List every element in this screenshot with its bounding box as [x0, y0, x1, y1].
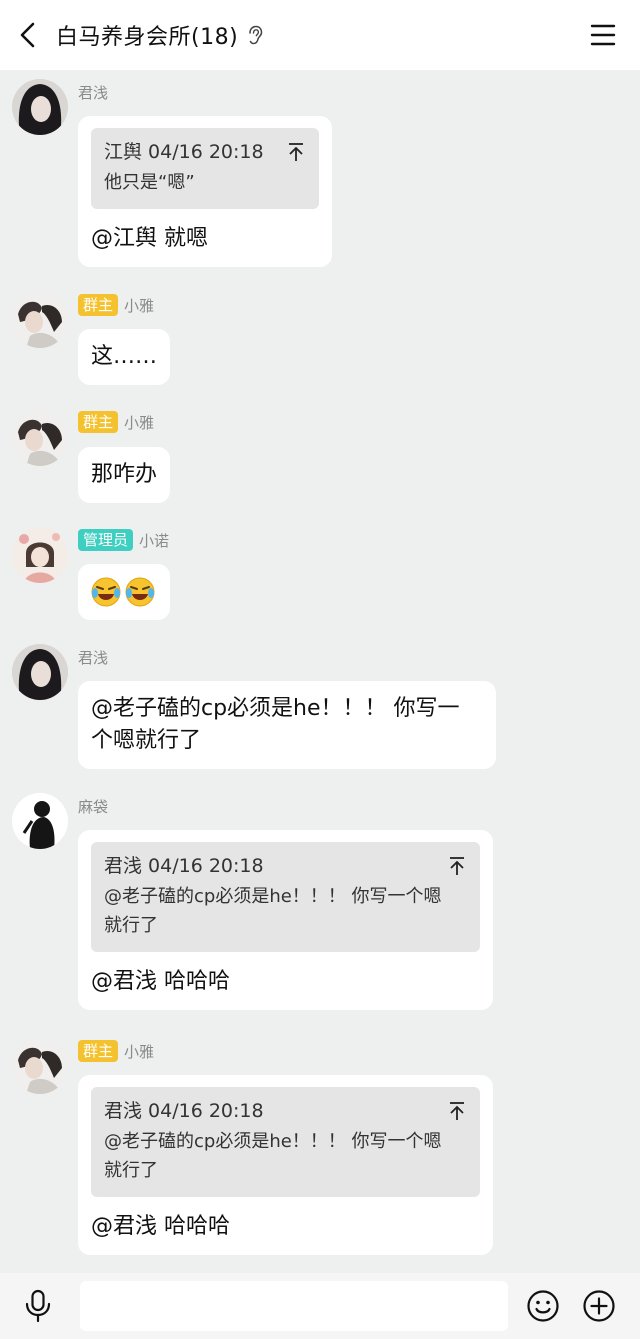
quote-body: @老子磕的cp必须是he！！！ 你写一个嗯 就行了 [104, 1131, 442, 1181]
message-input[interactable] [80, 1281, 508, 1331]
input-bar [0, 1273, 640, 1339]
quote-body: 他只是“嗯” [104, 172, 195, 193]
chat-header: 白马养身会所(18) [0, 0, 640, 70]
plus-icon[interactable] [582, 1289, 616, 1323]
message-sender-row: 君浅 [78, 645, 108, 669]
sender-name: 小诺 [139, 531, 170, 550]
sender-name: 麻袋 [78, 797, 109, 816]
quoted-message[interactable]: 江舆 04/16 20:18 他只是“嗯” [91, 128, 319, 209]
avatar[interactable] [12, 793, 68, 849]
laughing-crying-emoji-icon [125, 577, 155, 607]
sender-name: 君浅 [78, 83, 109, 102]
avatar-image-icon [12, 644, 68, 700]
sender-name: 小雅 [124, 413, 155, 432]
avatar-image-icon [12, 527, 68, 583]
sender-name: 小雅 [124, 1042, 155, 1061]
quote-body: @老子磕的cp必须是he！！！ 你写一个嗯 就行了 [104, 886, 442, 936]
message-bubble[interactable]: @老子磕的cp必须是he！！！ 你写一 个嗯就行了 [78, 681, 496, 769]
message-text: 这…… [91, 344, 158, 369]
message-sender-row: 管理员 小诺 [78, 528, 169, 552]
sender-name: 小雅 [124, 296, 155, 315]
avatar[interactable] [12, 410, 68, 466]
message-bubble[interactable]: 君浅 04/16 20:18 @老子磕的cp必须是he！！！ 你写一个嗯 就行了… [78, 1075, 493, 1255]
menu-icon[interactable] [590, 22, 616, 48]
avatar-image-icon [12, 410, 68, 466]
avatar[interactable] [12, 1038, 68, 1094]
avatar[interactable] [12, 292, 68, 348]
message-sender-row: 君浅 [78, 80, 108, 104]
message-text: 那咋办 [91, 462, 158, 487]
jump-to-original-icon[interactable] [448, 1101, 466, 1121]
back-arrow-icon[interactable] [14, 20, 42, 50]
quoted-message[interactable]: 君浅 04/16 20:18 @老子磕的cp必须是he！！！ 你写一个嗯 就行了 [91, 842, 480, 952]
quote-header: 江舆 04/16 20:18 [104, 141, 264, 163]
message-text: @君浅 哈哈哈 [91, 1214, 230, 1239]
avatar-image-icon [12, 793, 68, 849]
message-bubble[interactable]: 江舆 04/16 20:18 他只是“嗯” @江舆 就嗯 [78, 116, 332, 267]
message-bubble[interactable] [78, 564, 170, 620]
quote-header: 君浅 04/16 20:18 [104, 855, 264, 877]
message-bubble[interactable]: 这…… [78, 329, 171, 385]
jump-to-original-icon[interactable] [287, 142, 305, 162]
message-bubble[interactable]: 那咋办 [78, 447, 171, 503]
microphone-icon[interactable] [24, 1289, 52, 1323]
avatar-image-icon [12, 1038, 68, 1094]
quote-header: 君浅 04/16 20:18 [104, 1100, 264, 1122]
jump-to-original-icon[interactable] [448, 856, 466, 876]
emoji-icon[interactable] [526, 1289, 560, 1323]
avatar-image-icon [12, 79, 68, 135]
avatar[interactable] [12, 79, 68, 135]
avatar[interactable] [12, 644, 68, 700]
quoted-message[interactable]: 君浅 04/16 20:18 @老子磕的cp必须是he！！！ 你写一个嗯 就行了 [91, 1087, 480, 1197]
group-owner-badge: 群主 [78, 294, 119, 316]
message-sender-row: 群主 小雅 [78, 1039, 154, 1063]
message-text: @君浅 哈哈哈 [91, 969, 230, 994]
laughing-crying-emoji-icon [91, 577, 121, 607]
title-wrap: 白马养身会所(18) [56, 19, 264, 51]
group-owner-badge: 群主 [78, 411, 119, 433]
message-bubble[interactable]: 君浅 04/16 20:18 @老子磕的cp必须是he！！！ 你写一个嗯 就行了… [78, 830, 493, 1010]
avatar[interactable] [12, 527, 68, 583]
admin-badge: 管理员 [78, 529, 134, 551]
message-sender-row: 麻袋 [78, 794, 108, 818]
message-sender-row: 群主 小雅 [78, 410, 154, 434]
avatar-image-icon [12, 292, 68, 348]
message-sender-row: 群主 小雅 [78, 293, 154, 317]
chat-title[interactable]: 白马养身会所(18) [56, 19, 238, 51]
ear-icon [249, 25, 263, 45]
message-text: @江舆 就嗯 [91, 226, 208, 251]
message-text: @老子磕的cp必须是he！！！ 你写一 个嗯就行了 [91, 696, 460, 753]
sender-name: 君浅 [78, 648, 109, 667]
group-owner-badge: 群主 [78, 1040, 119, 1062]
